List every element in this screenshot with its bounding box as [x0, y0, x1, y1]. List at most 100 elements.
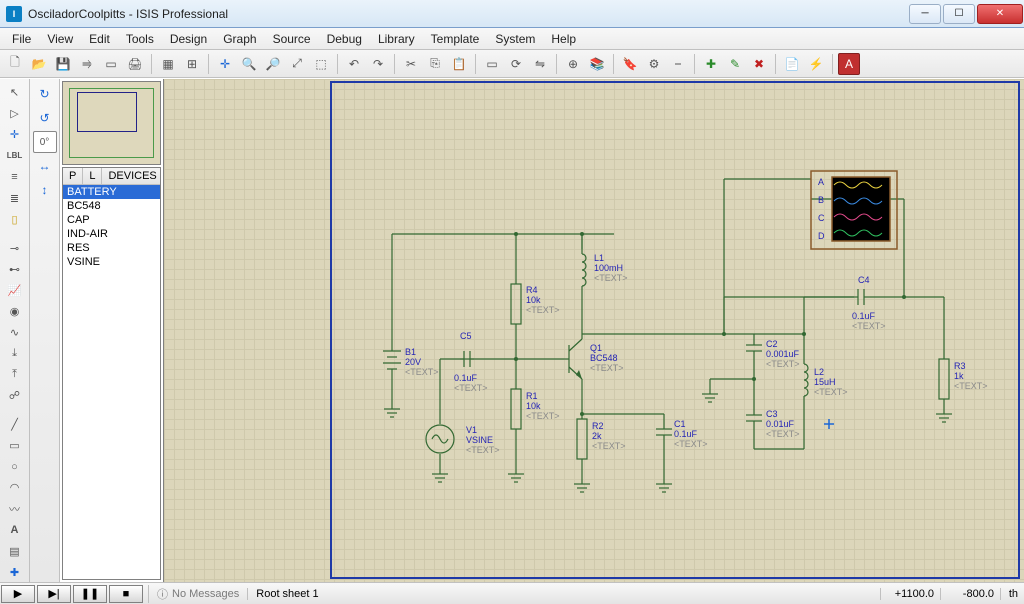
tb-print-icon[interactable]: 🖨 [124, 53, 146, 75]
tb-bom-icon[interactable]: 📄 [781, 53, 803, 75]
component-mode-icon[interactable]: ▷ [4, 104, 26, 123]
minimize-button[interactable]: ─ [909, 4, 941, 24]
tb-paste-icon[interactable]: 📋 [448, 53, 470, 75]
component-r3[interactable]: R3 1k <TEXT> [939, 359, 988, 399]
tb-erc-icon[interactable]: ⚡ [805, 53, 827, 75]
tb-zoom-in-icon[interactable]: 🔍 [238, 53, 260, 75]
path-mode-icon[interactable]: 〰 [4, 499, 26, 518]
pin-mode-icon[interactable]: ⊷ [4, 260, 26, 279]
tb-redo-icon[interactable]: ↷ [367, 53, 389, 75]
junction-mode-icon[interactable]: ✛ [4, 125, 26, 144]
rotate-cw-icon[interactable]: ↻ [34, 83, 56, 105]
arc-mode-icon[interactable]: ◠ [4, 478, 26, 497]
angle-input[interactable] [33, 131, 57, 153]
menu-tools[interactable]: Tools [118, 30, 162, 48]
maximize-button[interactable]: ☐ [943, 4, 975, 24]
component-c5[interactable]: C5 0.1uF <TEXT> [454, 331, 488, 393]
component-r1[interactable]: R1 10k <TEXT> [511, 389, 560, 429]
tb-label-icon[interactable]: 🔖 [619, 53, 641, 75]
component-q1[interactable]: Q1 BC548 <TEXT> [564, 334, 624, 379]
tb-lib-icon[interactable]: 📚 [586, 53, 608, 75]
symbol-mode-icon[interactable]: ▤ [4, 542, 26, 561]
menu-library[interactable]: Library [370, 30, 423, 48]
menu-template[interactable]: Template [423, 30, 488, 48]
terminal-mode-icon[interactable]: ⊸ [4, 238, 26, 257]
tb-zoom-fit-icon[interactable]: ⤢ [286, 53, 308, 75]
bus-mode-icon[interactable]: ≣ [4, 189, 26, 208]
menu-graph[interactable]: Graph [215, 30, 264, 48]
instrument-oscilloscope[interactable]: A B C D [811, 171, 897, 249]
device-header-p[interactable]: P [63, 168, 83, 184]
component-r2[interactable]: R2 2k <TEXT> [577, 419, 626, 459]
step-button[interactable]: ▶| [37, 585, 71, 603]
stop-button[interactable]: ■ [109, 585, 143, 603]
tb-ares-icon[interactable]: A [838, 53, 860, 75]
label-mode-icon[interactable]: LBL [4, 146, 26, 165]
tb-zoom-out-icon[interactable]: 🔎 [262, 53, 284, 75]
menu-file[interactable]: File [4, 30, 39, 48]
tb-page-icon[interactable]: ▭ [100, 53, 122, 75]
menu-design[interactable]: Design [162, 30, 215, 48]
selection-mode-icon[interactable]: ↖ [4, 83, 26, 102]
messages-area[interactable]: ⓘ No Messages [153, 586, 239, 602]
tb-block-icon[interactable]: ▭ [481, 53, 503, 75]
tb-pick-icon[interactable]: ⊕ [562, 53, 584, 75]
component-l2[interactable]: L2 15uH <TEXT> [804, 364, 848, 404]
device-item[interactable]: IND-AIR [63, 227, 160, 241]
component-b1[interactable]: B1 20V <TEXT> [383, 344, 439, 379]
tb-new-icon[interactable]: 🗋 [4, 53, 26, 75]
tb-rotate-icon[interactable]: ⟳ [505, 53, 527, 75]
subcircuit-mode-icon[interactable]: ▯ [4, 210, 26, 229]
tb-rename-icon[interactable]: ✎ [724, 53, 746, 75]
component-v1[interactable]: V1 VSINE <TEXT> [426, 425, 500, 455]
device-item[interactable]: BATTERY [63, 185, 160, 199]
close-button[interactable]: ✕ [977, 4, 1023, 24]
text-mode-icon[interactable]: ≡ [4, 167, 26, 186]
box-mode-icon[interactable]: ▭ [4, 436, 26, 455]
play-button[interactable]: ▶ [1, 585, 35, 603]
tb-zoom-area-icon[interactable]: ⬚ [310, 53, 332, 75]
mirror-h-icon[interactable]: ↔ [34, 155, 56, 177]
tb-gridconf-icon[interactable]: ⊞ [181, 53, 203, 75]
tb-grid-icon[interactable]: ▦ [157, 53, 179, 75]
text2-mode-icon[interactable]: A [4, 521, 26, 540]
graph-mode-icon[interactable]: 📈 [4, 281, 26, 300]
tb-origin-icon[interactable]: ✛ [214, 53, 236, 75]
tb-delete-icon[interactable]: ✖ [748, 53, 770, 75]
tb-mirror-icon[interactable]: ⇋ [529, 53, 551, 75]
tb-cut-icon[interactable]: ✂ [400, 53, 422, 75]
tb-save-icon[interactable]: 💾 [52, 53, 74, 75]
menu-source[interactable]: Source [265, 30, 319, 48]
device-item[interactable]: CAP [63, 213, 160, 227]
menu-system[interactable]: System [487, 30, 543, 48]
tape-mode-icon[interactable]: ◉ [4, 302, 26, 321]
menu-edit[interactable]: Edit [81, 30, 118, 48]
mirror-v-icon[interactable]: ↕ [34, 179, 56, 201]
tb-undo-icon[interactable]: ↶ [343, 53, 365, 75]
pause-button[interactable]: ❚❚ [73, 585, 107, 603]
tb-wire-icon[interactable]: ⎯ [667, 53, 689, 75]
tb-copy-icon[interactable]: ⎘ [424, 53, 446, 75]
menu-help[interactable]: Help [543, 30, 584, 48]
marker-mode-icon[interactable]: ✚ [4, 563, 26, 582]
device-list[interactable]: BATTERY BC548 CAP IND-AIR RES VSINE [63, 185, 160, 579]
device-item[interactable]: RES [63, 241, 160, 255]
tb-decompose-icon[interactable]: ⚙ [643, 53, 665, 75]
circle-mode-icon[interactable]: ○ [4, 457, 26, 476]
schematic-canvas[interactable]: B1 20V <TEXT> V1 VSINE <TEXT> [164, 79, 1024, 582]
probe-i-icon[interactable]: ⤒ [4, 365, 26, 384]
overview-window[interactable] [62, 81, 161, 165]
probe-v-icon[interactable]: ⤓ [4, 344, 26, 363]
line-mode-icon[interactable]: ╱ [4, 415, 26, 434]
component-r4[interactable]: R4 10k <TEXT> [511, 284, 560, 324]
device-item[interactable]: BC548 [63, 199, 160, 213]
device-header-l[interactable]: L [83, 168, 102, 184]
tb-import-icon[interactable]: ⥤ [76, 53, 98, 75]
instrument-mode-icon[interactable]: ☍ [4, 386, 26, 405]
tb-add-sheet-icon[interactable]: ✚ [700, 53, 722, 75]
device-item[interactable]: VSINE [63, 255, 160, 269]
menu-view[interactable]: View [39, 30, 81, 48]
component-l1[interactable]: L1 100mH <TEXT> [582, 253, 628, 289]
menu-debug[interactable]: Debug [319, 30, 370, 48]
rotate-ccw-icon[interactable]: ↺ [34, 107, 56, 129]
